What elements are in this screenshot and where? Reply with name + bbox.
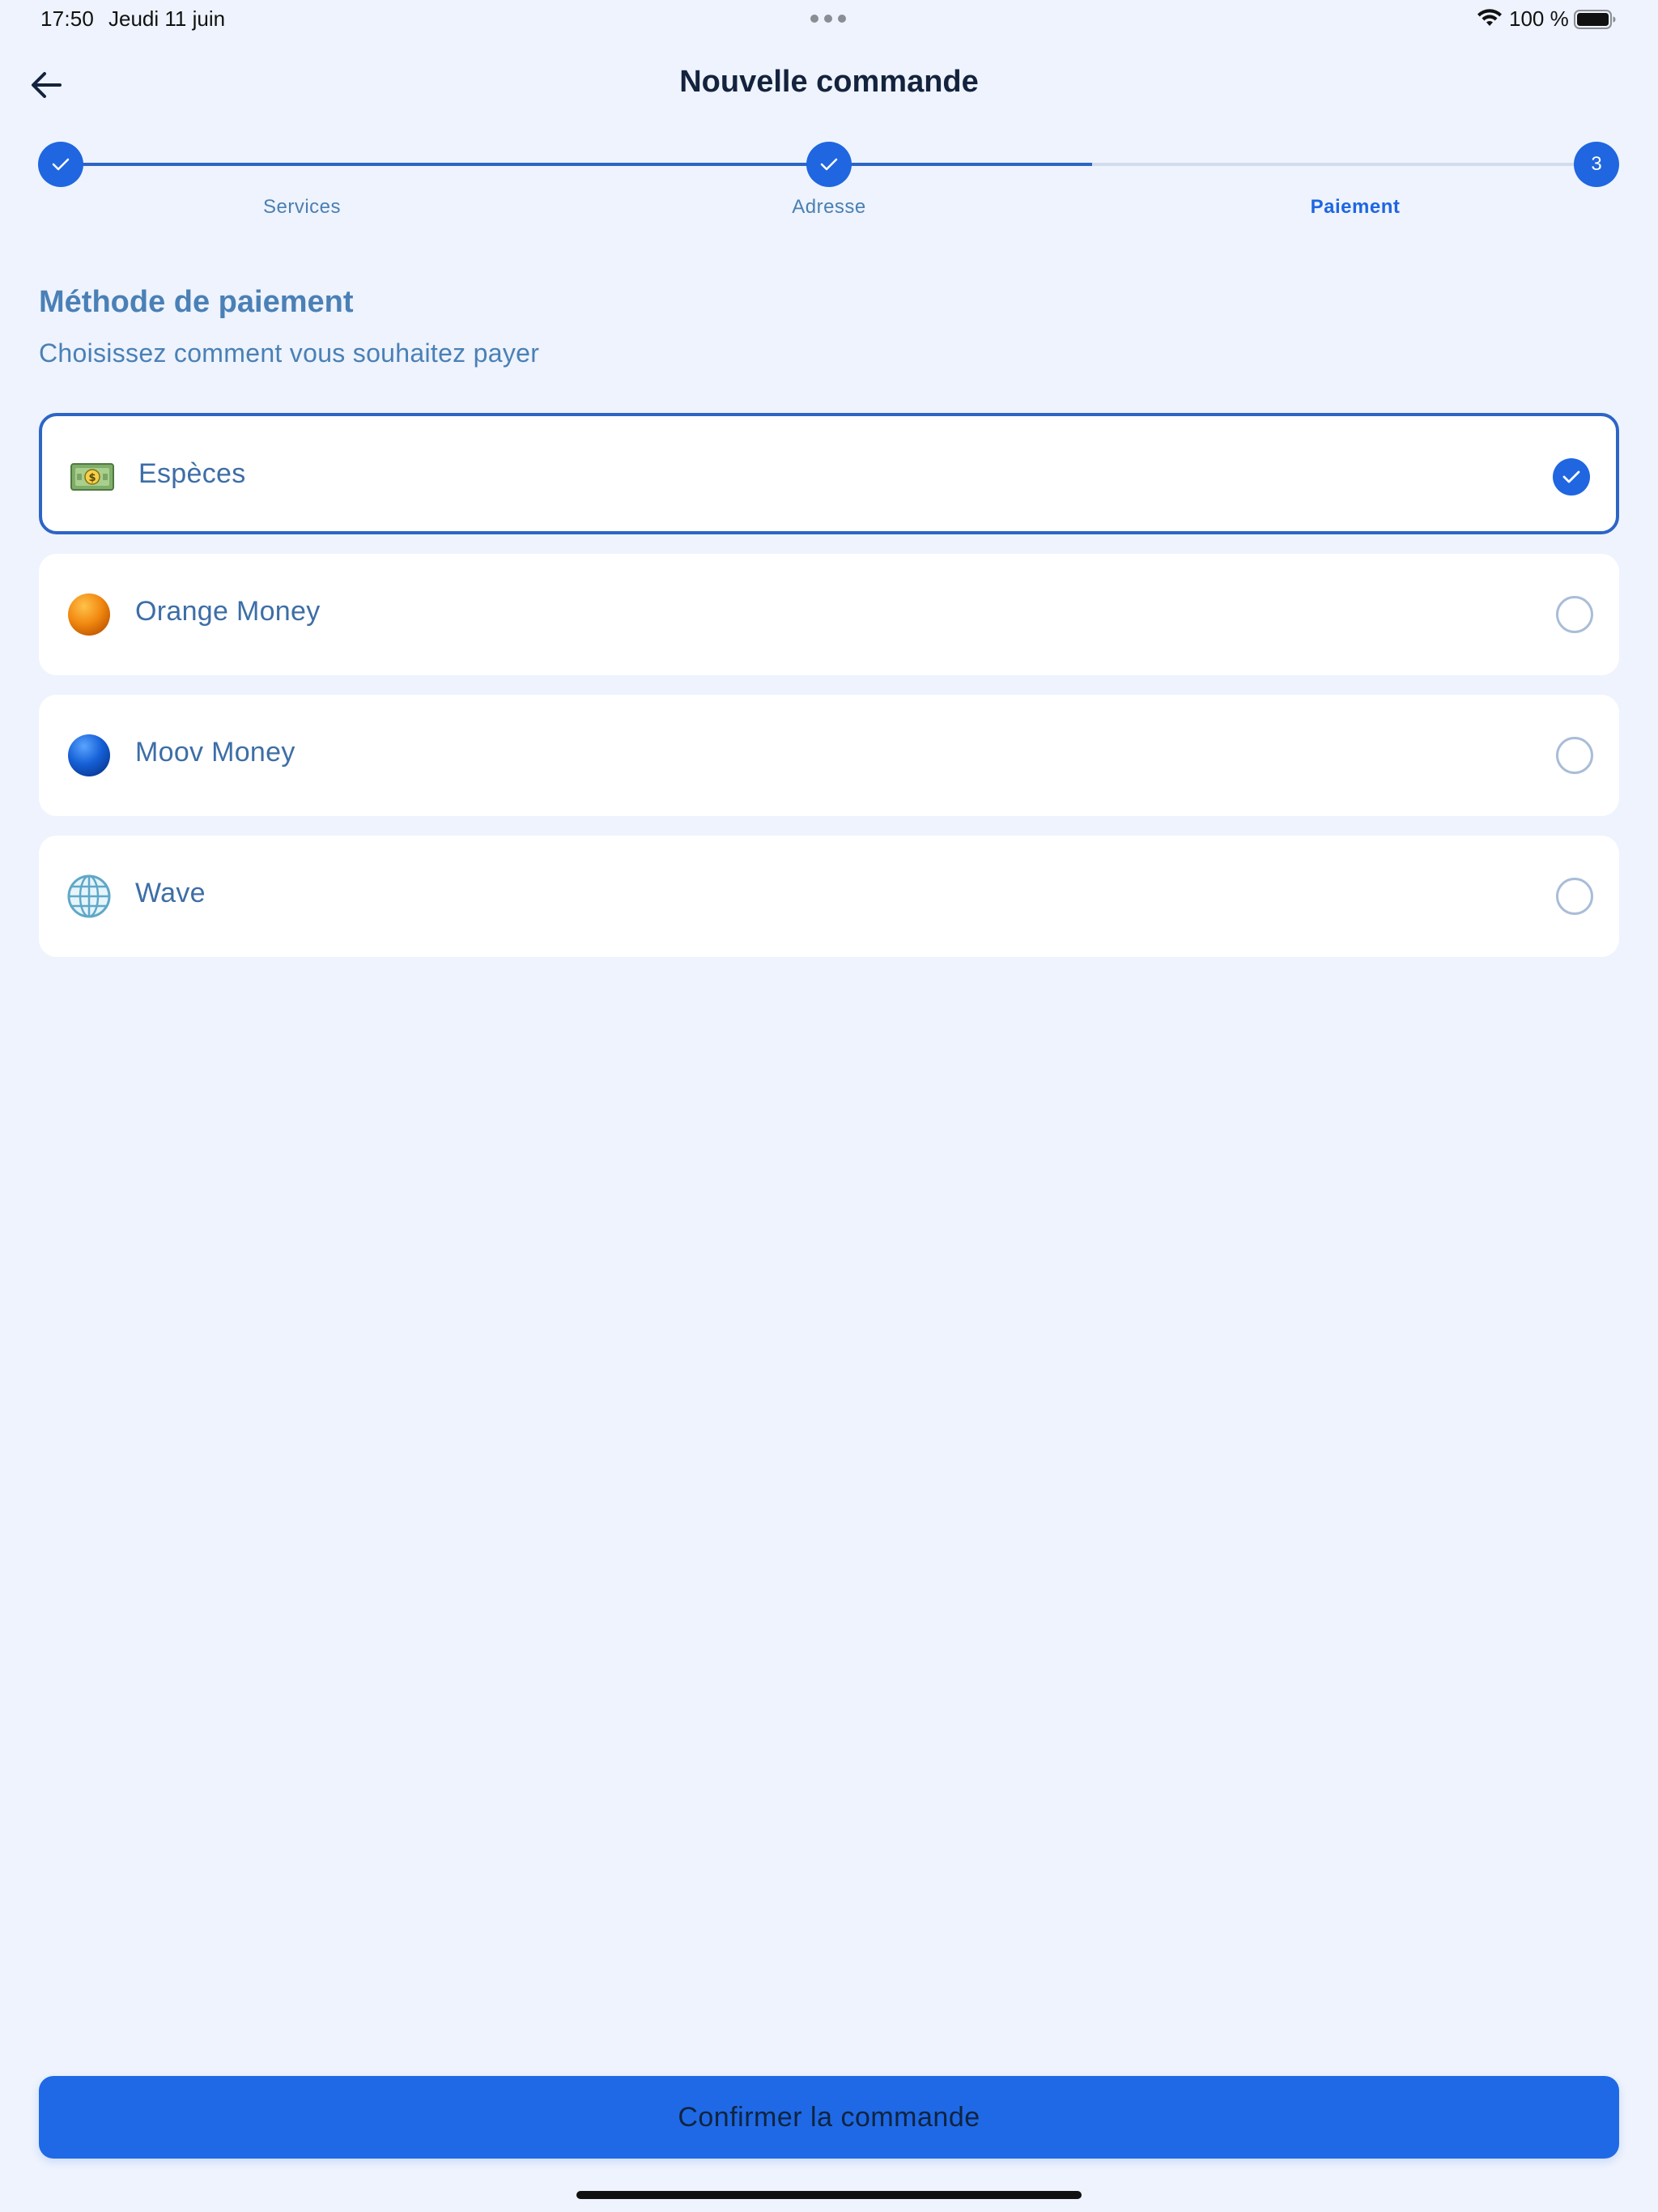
payment-option-label: Wave [135, 878, 206, 908]
svg-text:$: $ [88, 472, 96, 484]
page-title: Nouvelle commande [679, 65, 979, 99]
step-paiement-number: 3 [1574, 142, 1619, 187]
confirm-order-button[interactable]: Confirmer la commande [39, 2076, 1619, 2159]
orange-circle-icon [66, 592, 112, 637]
wifi-icon [1477, 9, 1502, 26]
battery-percentage: 100 % [1509, 6, 1569, 31]
banknote-icon: $ [70, 454, 115, 500]
radio-selected-check-icon[interactable] [1553, 458, 1590, 496]
radio-button[interactable] [1556, 737, 1593, 774]
status-date: Jeudi 11 juin [108, 6, 226, 31]
payment-option-orange-money[interactable]: Orange Money [39, 554, 1619, 675]
section-title: Méthode de paiement [39, 285, 354, 319]
step-label-paiement: Paiement [1310, 196, 1401, 218]
battery-icon [1574, 10, 1616, 29]
multitasking-dots-icon[interactable] [810, 15, 846, 23]
status-bar: 17:50 Jeudi 11 juin 100 % [0, 0, 1658, 39]
step-adresse-check-icon [806, 142, 852, 187]
step-label-services: Services [262, 196, 342, 218]
payment-option-label: Moov Money [135, 737, 295, 768]
step-label-adresse: Adresse [792, 196, 866, 218]
blue-circle-icon [66, 733, 112, 778]
radio-button[interactable] [1556, 878, 1593, 915]
payment-option-wave[interactable]: Wave [39, 836, 1619, 957]
step-services-check-icon [38, 142, 83, 187]
payment-option-label: Espèces [138, 458, 246, 489]
radio-button[interactable] [1556, 596, 1593, 633]
section-subtitle: Choisissez comment vous souhaitez payer [39, 338, 540, 368]
payment-option-moov-money[interactable]: Moov Money [39, 695, 1619, 816]
status-time: 17:50 [40, 6, 95, 31]
globe-icon [66, 874, 112, 919]
home-indicator[interactable] [576, 2191, 1082, 2199]
stepper-progress-line [61, 163, 1092, 166]
payment-option-label: Orange Money [135, 596, 321, 627]
payment-option-especes[interactable]: $ Espèces [39, 413, 1619, 534]
stepper-remaining-line [1092, 163, 1575, 166]
